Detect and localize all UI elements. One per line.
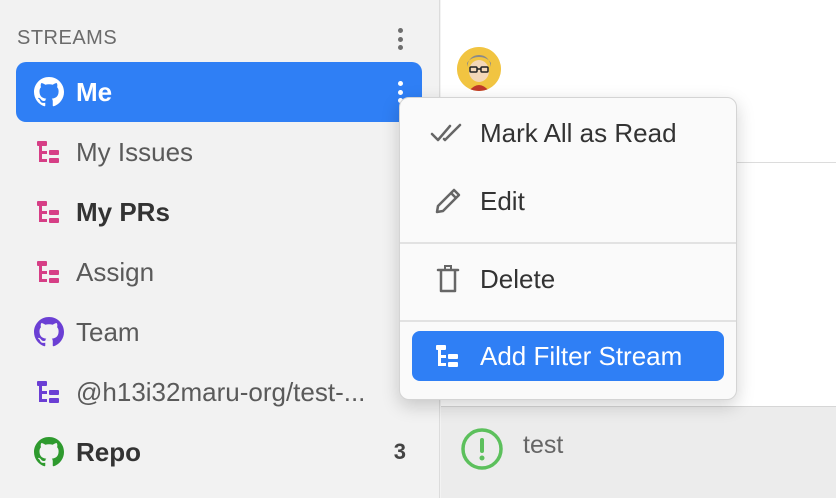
menu-separator — [400, 320, 736, 322]
stream-item-assign[interactable]: Assign — [16, 242, 422, 302]
menu-item-label: Mark All as Read — [480, 117, 677, 148]
stream-item-repo[interactable]: Repo 3 — [16, 422, 422, 482]
mark-all-read-menu-item[interactable]: Mark All as Read — [412, 108, 724, 158]
delete-menu-item[interactable]: Delete — [412, 254, 724, 304]
stream-item-me[interactable]: Me — [16, 62, 422, 122]
filter-stream-icon — [34, 377, 64, 407]
github-icon — [34, 317, 64, 347]
github-icon — [34, 437, 64, 467]
trash-icon — [430, 261, 466, 297]
stream-item-label: My Issues — [76, 136, 194, 167]
streams-header: STREAMS — [17, 27, 118, 49]
stream-item-label: Team — [76, 316, 140, 347]
edit-menu-item[interactable]: Edit — [412, 176, 724, 226]
menu-item-label: Add Filter Stream — [480, 340, 683, 371]
stream-item-label: Repo — [76, 436, 141, 467]
filter-stream-icon — [430, 338, 466, 374]
menu-item-label: Delete — [480, 263, 556, 294]
github-icon — [34, 77, 64, 107]
stream-item-label: My PRs — [76, 196, 170, 227]
menu-item-label: Edit — [480, 185, 525, 216]
pencil-icon — [430, 183, 466, 219]
stream-item-label: Me — [76, 76, 113, 107]
filter-stream-icon — [34, 197, 64, 227]
user-avatar[interactable] — [457, 47, 501, 91]
add-filter-stream-menu-item[interactable]: Add Filter Stream — [412, 331, 724, 381]
double-check-icon — [430, 115, 466, 151]
filter-stream-icon — [34, 137, 64, 167]
menu-separator — [400, 242, 736, 244]
unread-count: 3 — [393, 439, 406, 464]
filter-stream-icon — [34, 257, 64, 287]
stream-item-label: @h13i32maru-org/test-... — [76, 376, 366, 407]
stream-item-my-prs[interactable]: My PRs 1 — [16, 182, 422, 242]
context-menu: Mark All as Read Edit Delete Add Filter … — [399, 97, 737, 400]
stream-item-team-filter[interactable]: @h13i32maru-org/test-... — [16, 362, 422, 422]
issue-title: test — [523, 431, 564, 459]
streams-more-icon[interactable] — [390, 26, 410, 52]
stream-item-my-issues[interactable]: My Issues — [16, 122, 422, 182]
stream-item-label: Assign — [76, 256, 155, 287]
stream-item-team[interactable]: Team — [16, 302, 422, 362]
sidebar: STREAMS Me My Issues My PRs 1 Assign Tea… — [0, 0, 440, 498]
issue-open-icon — [460, 427, 504, 471]
